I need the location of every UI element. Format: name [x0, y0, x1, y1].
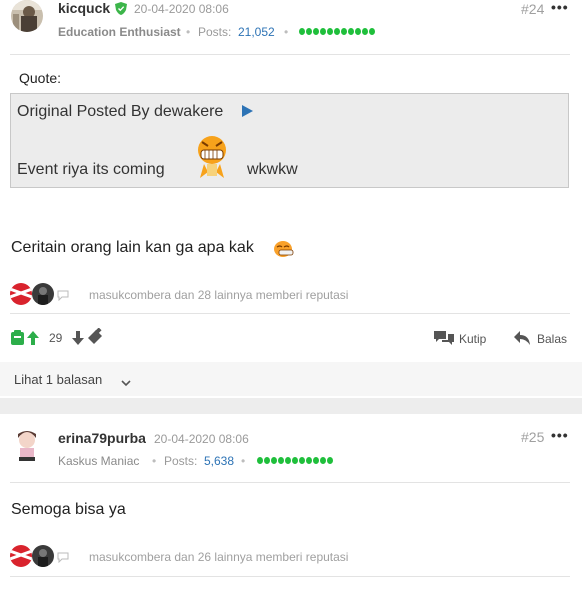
post-separator — [0, 398, 582, 414]
reputation-bar — [299, 28, 375, 35]
reputation-text[interactable]: masukcombera dan 26 lainnya memberi repu… — [89, 550, 348, 564]
post-date: 20-04-2020 08:06 — [134, 2, 229, 16]
report-icon[interactable] — [86, 327, 104, 351]
vote-count: 29 — [49, 331, 63, 345]
dot-separator: • — [152, 454, 157, 468]
verified-shield-icon — [115, 2, 127, 20]
reputation-avatar[interactable] — [32, 545, 54, 567]
post-number[interactable]: #25 — [521, 429, 544, 445]
quote-label: Quote: — [19, 70, 62, 86]
username[interactable]: kicquck — [58, 0, 110, 16]
quote-button[interactable]: Kutip — [459, 332, 486, 346]
post-body: Semoga bisa ya — [11, 501, 126, 518]
see-replies-link[interactable]: Lihat 1 balasan — [14, 372, 102, 387]
user-title: Kaskus Maniac — [58, 454, 140, 468]
quote-icon[interactable] — [433, 330, 455, 351]
quote-header: Original Posted By dewakere — [17, 103, 224, 120]
post-date: 20-04-2020 08:06 — [154, 432, 249, 446]
reply-button[interactable]: Balas — [537, 332, 567, 346]
post-number[interactable]: #24 — [521, 1, 544, 17]
more-options-icon[interactable]: ••• — [551, 0, 569, 15]
go-to-post-arrow-icon[interactable] — [242, 105, 253, 117]
more-options-icon[interactable]: ••• — [551, 427, 569, 443]
quote-text-suffix: wkwkw — [247, 161, 298, 178]
reputation-avatar[interactable] — [32, 283, 54, 305]
downvote-arrow-icon[interactable] — [71, 330, 85, 351]
reputation-text[interactable]: masukcombera dan 28 lainnya memberi repu… — [89, 288, 348, 302]
embarrassed-emoticon-icon — [273, 240, 295, 263]
reply-icon[interactable] — [513, 330, 531, 351]
dot-separator: • — [241, 454, 246, 468]
reputation-row[interactable]: masukcombera dan 26 lainnya memberi repu… — [10, 545, 410, 567]
grinning-emoticon-icon — [194, 134, 230, 185]
post-body: Ceritain orang lain kan ga apa kak — [11, 239, 254, 256]
reputation-avatar[interactable] — [10, 283, 32, 305]
see-replies-bar[interactable]: Lihat 1 balasan — [0, 362, 582, 396]
quote-box: Original Posted By dewakere Event riya i… — [10, 93, 569, 188]
username[interactable]: erina79purba — [58, 430, 146, 446]
posts-count: 21,052 — [238, 25, 275, 39]
reputation-bubble-icon — [57, 288, 69, 306]
dot-separator: • — [186, 25, 191, 39]
divider — [10, 54, 570, 55]
quote-text: Event riya its coming — [17, 161, 165, 178]
chevron-down-icon[interactable] — [121, 374, 131, 392]
reputation-bubble-icon — [57, 550, 69, 568]
posts-label: Posts: — [198, 25, 232, 39]
divider — [10, 313, 570, 314]
post-24: kicquck 20-04-2020 08:06 #24 ••• Educati… — [0, 0, 582, 398]
upvote-arrow-icon[interactable] — [26, 330, 40, 351]
divider — [10, 576, 570, 577]
user-avatar[interactable] — [11, 428, 43, 462]
reputation-bar — [257, 457, 333, 464]
reputation-row[interactable]: masukcombera dan 28 lainnya memberi repu… — [10, 283, 410, 305]
user-title: Education Enthusiast — [58, 25, 181, 39]
reputation-avatar[interactable] — [10, 545, 32, 567]
user-avatar[interactable] — [11, 0, 43, 32]
divider — [10, 482, 570, 483]
reputation-give-icon[interactable] — [10, 330, 26, 351]
posts-count: 5,638 — [204, 454, 235, 468]
post-25: erina79purba 20-04-2020 08:06 #25 ••• Ka… — [0, 414, 582, 592]
posts-label: Posts: — [164, 454, 198, 468]
dot-separator: • — [284, 25, 289, 39]
